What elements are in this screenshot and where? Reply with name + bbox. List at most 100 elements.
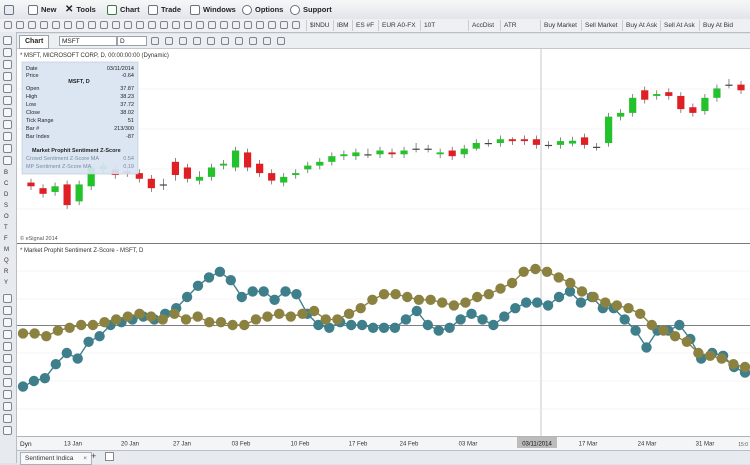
tab-sentiment-indicator[interactable]: Sentiment Indica × <box>20 452 93 465</box>
tab-scroll-icon[interactable] <box>105 452 114 461</box>
symbol-button-10t[interactable]: 10T <box>420 20 435 31</box>
tool-letter-o[interactable]: O <box>4 214 9 220</box>
tool-icon[interactable] <box>3 342 12 351</box>
tool-icon[interactable] <box>3 414 12 423</box>
tool-icon[interactable] <box>3 378 12 387</box>
trade-menu[interactable]: Trade <box>148 3 181 16</box>
tool-letter-f[interactable]: F <box>4 236 8 242</box>
toolbar-icon[interactable] <box>292 21 300 29</box>
shape-icon[interactable] <box>3 120 12 129</box>
toolbar-icon[interactable] <box>28 21 36 29</box>
options-menu[interactable]: Options <box>242 3 283 16</box>
trendline-icon[interactable] <box>3 84 12 93</box>
line-tool-icon[interactable] <box>3 72 12 81</box>
tool-letter-t[interactable]: T <box>4 225 8 231</box>
toolbar-icon[interactable] <box>280 21 288 29</box>
toolbar-icon[interactable] <box>16 21 24 29</box>
tool-icon[interactable] <box>3 330 12 339</box>
toolbar-icon[interactable] <box>76 21 84 29</box>
buy-at-bid-button[interactable]: Buy At Bid <box>699 20 733 31</box>
clear-icon[interactable] <box>235 37 243 45</box>
properties-icon[interactable] <box>221 37 229 45</box>
toolbar-icon[interactable] <box>244 21 252 29</box>
symbol-input[interactable]: MSFT <box>59 36 117 46</box>
sync-icon[interactable] <box>249 37 257 45</box>
symbol-button-ibm[interactable]: IBM <box>333 20 349 31</box>
buy-at-ask-button[interactable]: Buy At Ask <box>622 20 657 31</box>
tool-icon[interactable] <box>3 390 12 399</box>
windows-menu[interactable]: Windows <box>190 3 236 16</box>
tool-icon[interactable] <box>3 402 12 411</box>
tool-icon[interactable] <box>3 354 12 363</box>
tool-icon[interactable] <box>3 306 12 315</box>
eraser-icon[interactable] <box>3 156 12 165</box>
tools-menu[interactable]: ✕ Tools <box>65 3 96 16</box>
text-tool-icon[interactable] <box>3 132 12 141</box>
symbol-button-es[interactable]: ES #F <box>352 20 374 31</box>
template-icon[interactable] <box>207 37 215 45</box>
arrow-tool-icon[interactable] <box>3 144 12 153</box>
info-row-value: 38.23 <box>120 94 134 100</box>
crosshair-icon[interactable] <box>3 48 12 57</box>
toolbar-icon[interactable] <box>4 21 12 29</box>
pencil-icon[interactable] <box>179 37 187 45</box>
tool-letter-s[interactable]: S <box>4 203 8 209</box>
toolbar-icon[interactable] <box>172 21 180 29</box>
toolbar-icon[interactable] <box>124 21 132 29</box>
toolbar-icon[interactable] <box>232 21 240 29</box>
study-button-atr[interactable]: ATR <box>500 20 517 31</box>
toolbar-icon[interactable] <box>88 21 96 29</box>
toolbar-icon[interactable] <box>160 21 168 29</box>
tool-letter-b[interactable]: B <box>4 170 8 176</box>
draw-icon[interactable] <box>165 37 173 45</box>
channel-icon[interactable] <box>3 96 12 105</box>
tool-letter-y[interactable]: Y <box>4 280 8 286</box>
indicator-icon[interactable] <box>193 37 201 45</box>
tool-letter-c[interactable]: C <box>4 181 8 187</box>
toolbar-icon[interactable] <box>196 21 204 29</box>
attach-icon[interactable] <box>263 37 271 45</box>
fib-icon[interactable] <box>3 108 12 117</box>
toolbar-icon[interactable] <box>256 21 264 29</box>
buy-market-button[interactable]: Buy Market <box>540 20 577 31</box>
tool-icon[interactable] <box>3 426 12 435</box>
tool-letter-m[interactable]: M <box>4 247 9 253</box>
time-axis[interactable]: Dyn 13 Jan 20 Jan 27 Jan 03 Feb 10 Feb 17 Feb… <box>17 436 750 451</box>
cursor-icon[interactable] <box>3 36 12 45</box>
zoom-icon[interactable] <box>3 60 12 69</box>
tab-close-icon[interactable]: × <box>83 455 87 462</box>
tool-icon[interactable] <box>3 318 12 327</box>
toolbar-icon[interactable] <box>52 21 60 29</box>
refresh-icon[interactable] <box>277 37 285 45</box>
toolbar-icon[interactable] <box>100 21 108 29</box>
support-menu[interactable]: Support <box>290 3 332 16</box>
toolbar-icon[interactable] <box>268 21 276 29</box>
sell-at-ask-button[interactable]: Sell At Ask <box>660 20 695 31</box>
toolbar-icon[interactable] <box>208 21 216 29</box>
toolbar-icon[interactable] <box>112 21 120 29</box>
toolbar-icon[interactable] <box>184 21 192 29</box>
axis-corner-label[interactable]: Dyn <box>20 441 32 448</box>
toolbar-icon[interactable] <box>64 21 72 29</box>
study-button-accdist[interactable]: AccDist <box>468 20 494 31</box>
sell-market-button[interactable]: Sell Market <box>581 20 618 31</box>
tool-icon[interactable] <box>3 294 12 303</box>
chart-canvas[interactable]: * MSFT, MICROSOFT CORP, D, 00:00:00:00 (… <box>17 49 750 450</box>
new-menu[interactable]: New <box>28 3 56 16</box>
interval-select[interactable]: D <box>117 36 147 46</box>
tool-letter-r[interactable]: R <box>4 269 8 275</box>
tool-icon[interactable] <box>3 366 12 375</box>
toolbar-icon[interactable] <box>136 21 144 29</box>
chart-menu[interactable]: Chart <box>107 3 140 16</box>
tab-chart[interactable]: Chart <box>19 35 50 49</box>
link-icon[interactable] <box>151 37 159 45</box>
symbol-button-indu[interactable]: $INDU <box>306 20 330 31</box>
tool-letter-q[interactable]: Q <box>4 258 9 264</box>
add-tab-button[interactable]: + <box>91 451 96 461</box>
tool-letter-d[interactable]: D <box>4 192 8 198</box>
toolbar-icon[interactable] <box>220 21 228 29</box>
toolbar-icon[interactable] <box>40 21 48 29</box>
symbol-button-eur[interactable]: EUR A0-FX <box>378 20 416 31</box>
app-menu-icon[interactable] <box>4 3 14 16</box>
toolbar-icon[interactable] <box>148 21 156 29</box>
